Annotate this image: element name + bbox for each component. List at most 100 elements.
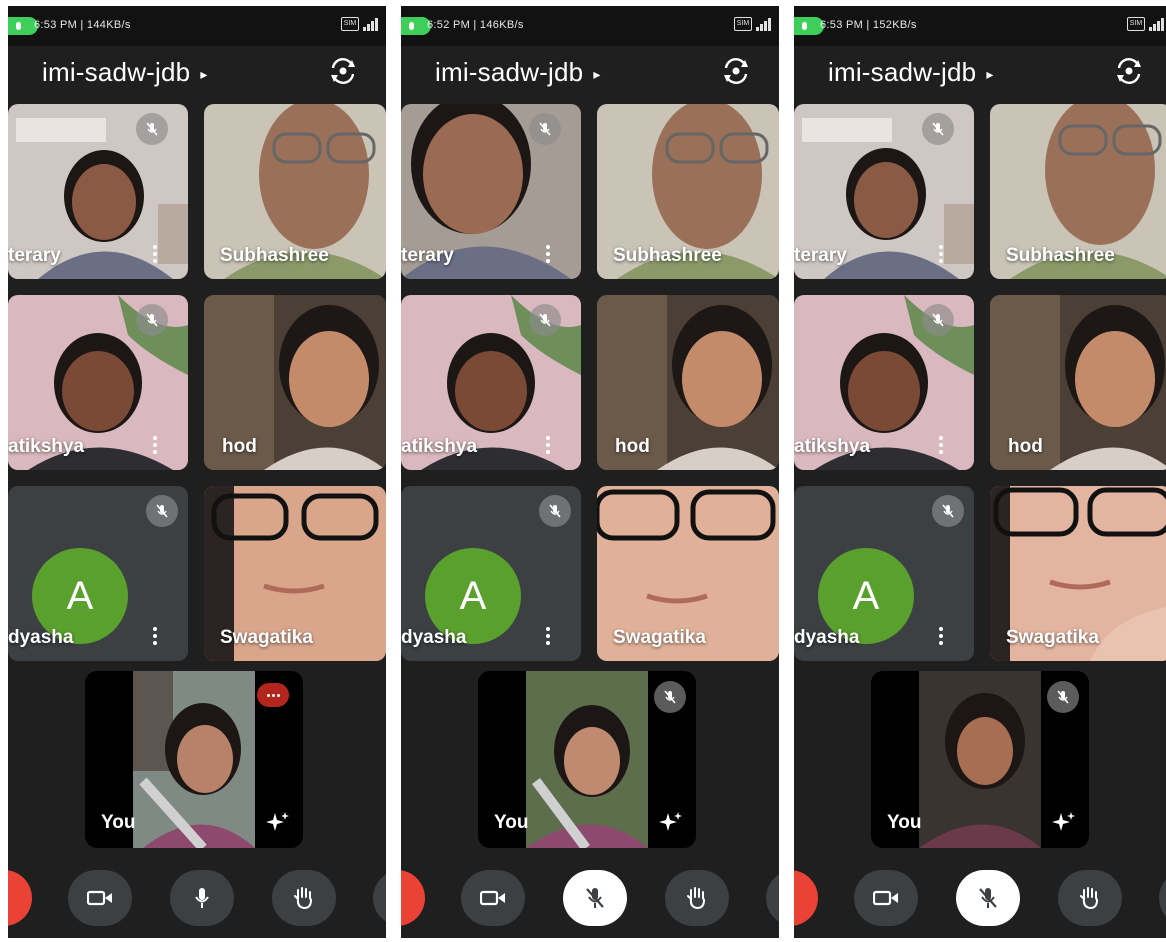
camera-button[interactable] [854, 870, 918, 926]
participant-name: hod [222, 436, 257, 457]
participant-tile[interactable]: Swagatika [597, 486, 779, 661]
self-label: You [494, 812, 529, 833]
participant-tile[interactable]: hod [204, 295, 386, 470]
mic-off-icon [1047, 681, 1079, 713]
meeting-code[interactable]: imi-sadw-jdb ▸ [828, 57, 994, 88]
switch-camera-icon[interactable] [721, 56, 751, 86]
more-controls-button[interactable] [766, 870, 779, 926]
participant-name: Swagatika [613, 627, 706, 648]
microphone-button[interactable] [956, 870, 1020, 926]
meet-screen-2: 6:52 PM | 146KB/s SIM imi-sadw-jdb ▸ tera… [401, 6, 779, 938]
participant-tile[interactable]: terary [8, 104, 188, 279]
participant-tile[interactable]: A dyasha [794, 486, 974, 661]
self-video [526, 671, 648, 848]
effects-sparkle-icon[interactable] [265, 810, 291, 836]
participant-tile[interactable]: atikshya [794, 295, 974, 470]
participant-name: dyasha [794, 627, 860, 648]
effects-sparkle-icon[interactable] [658, 810, 684, 836]
sim-icon: SIM [734, 17, 752, 31]
participant-name: atikshya [401, 436, 478, 457]
participant-tile[interactable]: hod [597, 295, 779, 470]
meeting-code[interactable]: imi-sadw-jdb ▸ [42, 57, 208, 88]
chevron-right-icon: ▸ [986, 65, 994, 82]
more-options-icon[interactable] [152, 245, 158, 265]
chevron-right-icon: ▸ [200, 65, 208, 82]
mic-off-icon [932, 495, 964, 527]
status-icons: SIM [1127, 17, 1164, 31]
mic-off-icon [146, 495, 178, 527]
participant-name: hod [615, 436, 650, 457]
end-call-button[interactable] [8, 870, 32, 926]
signal-icon [756, 17, 771, 31]
mic-off-icon [586, 888, 604, 908]
end-call-button[interactable] [401, 870, 425, 926]
more-controls-button[interactable] [373, 870, 386, 926]
more-options-icon[interactable] [152, 436, 158, 456]
mic-off-icon [136, 113, 168, 145]
chevron-right-icon: ▸ [593, 65, 601, 82]
participant-tile[interactable]: hod [990, 295, 1166, 470]
effects-sparkle-icon[interactable] [1051, 810, 1077, 836]
participant-tile[interactable]: Subhashree [597, 104, 779, 279]
call-controls [794, 868, 1166, 930]
participant-tile[interactable]: terary [401, 104, 581, 279]
more-options-icon[interactable] [545, 436, 551, 456]
switch-camera-icon[interactable] [328, 56, 358, 86]
participant-tile[interactable]: Subhashree [204, 104, 386, 279]
switch-camera-icon[interactable] [1114, 56, 1144, 86]
participant-name: Swagatika [1006, 627, 1099, 648]
camera-button[interactable] [68, 870, 132, 926]
participant-tile[interactable]: Swagatika [990, 486, 1166, 661]
self-video [133, 671, 255, 848]
raise-hand-button[interactable] [665, 870, 729, 926]
participant-tile[interactable]: A dyasha [8, 486, 188, 661]
participant-tile[interactable]: A dyasha [401, 486, 581, 661]
hand-icon [1080, 887, 1099, 910]
mic-off-icon [136, 304, 168, 336]
status-time-speed: 6:53 PM | 144KB/s [34, 19, 131, 31]
more-options-icon[interactable] [152, 627, 158, 647]
more-options-icon[interactable] [938, 627, 944, 647]
participant-tile[interactable]: atikshya [8, 295, 188, 470]
hand-icon [687, 887, 706, 910]
signal-icon [1149, 17, 1164, 31]
hand-icon [294, 887, 313, 910]
meet-screen-3: 6:53 PM | 152KB/s SIM imi-sadw-jdb ▸ tera… [794, 6, 1166, 938]
meeting-code[interactable]: imi-sadw-jdb ▸ [435, 57, 601, 88]
more-options-icon[interactable] [545, 245, 551, 265]
video-camera-icon [87, 890, 112, 906]
participant-name: atikshya [794, 436, 871, 457]
mic-off-icon [654, 681, 686, 713]
participant-name: hod [1008, 436, 1043, 457]
more-controls-button[interactable] [1159, 870, 1166, 926]
more-options-icon[interactable] [545, 627, 551, 647]
more-options-icon[interactable] [938, 245, 944, 265]
participant-tile[interactable]: Swagatika [204, 486, 386, 661]
status-bar: 6:53 PM | 144KB/s SIM [8, 6, 386, 46]
meet-screen-1: 6:53 PM | 144KB/s SIM imi-sadw-jdb ▸ tera… [8, 6, 386, 938]
participant-name: Swagatika [220, 627, 313, 648]
status-bar: 6:53 PM | 152KB/s SIM [794, 6, 1166, 46]
microphone-button[interactable] [563, 870, 627, 926]
participant-name: terary [794, 245, 847, 266]
call-controls [401, 868, 779, 930]
sim-icon: SIM [1127, 17, 1145, 31]
raise-hand-button[interactable] [272, 870, 336, 926]
mic-off-icon [529, 113, 561, 145]
participant-tile[interactable]: terary [794, 104, 974, 279]
self-view-tile[interactable]: You [871, 671, 1089, 848]
microphone-button[interactable] [170, 870, 234, 926]
raise-hand-button[interactable] [1058, 870, 1122, 926]
participant-name: Subhashree [220, 245, 329, 266]
participant-tile[interactable]: atikshya [401, 295, 581, 470]
self-view-tile[interactable]: You [478, 671, 696, 848]
participant-tile[interactable]: Subhashree [990, 104, 1166, 279]
camera-button[interactable] [461, 870, 525, 926]
self-view-tile[interactable]: You [85, 671, 303, 848]
participant-name: atikshya [8, 436, 85, 457]
status-icons: SIM [734, 17, 771, 31]
end-call-button[interactable] [794, 870, 818, 926]
mic-icon [195, 888, 209, 908]
participant-name: terary [401, 245, 454, 266]
more-options-icon[interactable] [938, 436, 944, 456]
